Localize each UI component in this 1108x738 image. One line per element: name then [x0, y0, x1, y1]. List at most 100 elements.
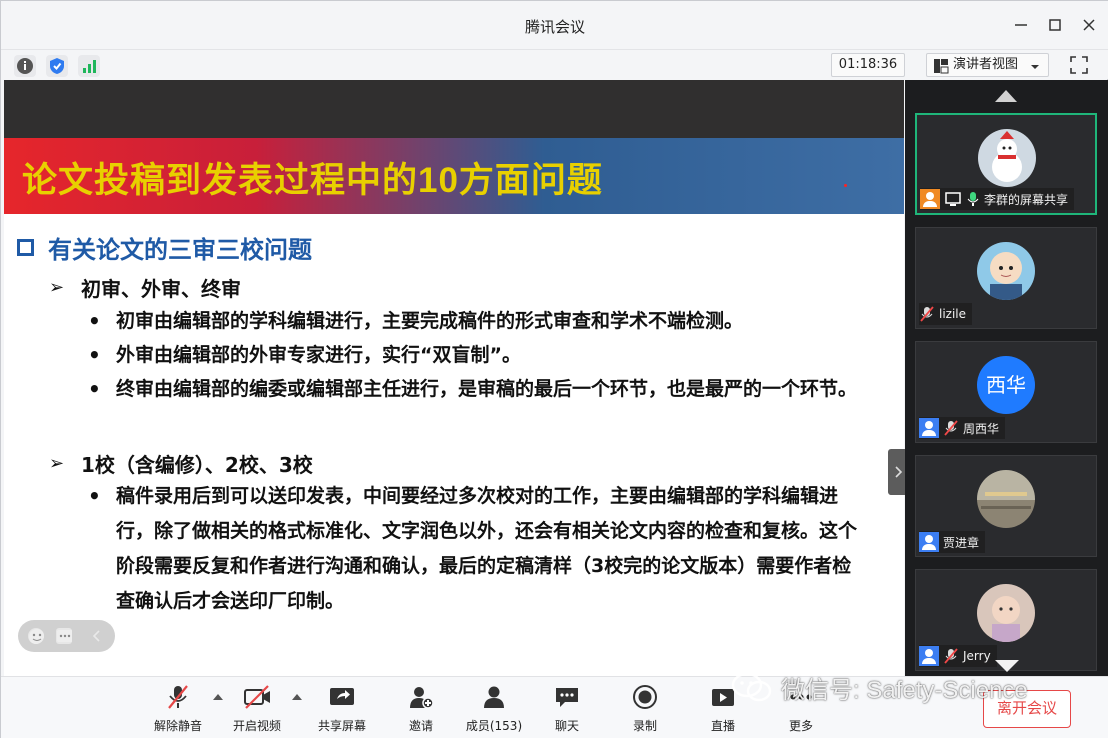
live-stream-label: 直播	[710, 719, 735, 733]
invite-label: 邀请	[408, 719, 433, 733]
minimize-icon	[1015, 24, 1027, 26]
scroll-up-arrow-icon[interactable]	[995, 90, 1017, 102]
maximize-icon	[1049, 19, 1061, 31]
presentation-slide: 论文投稿到发表过程中的10方面问题 有关论文的三审三校问题 ➢ 初审、外审、终审…	[4, 138, 904, 728]
record-icon	[633, 685, 657, 709]
participant-tile[interactable]: 贾进章	[915, 455, 1097, 557]
subheading-review: ➢ 初审、外审、终审	[49, 273, 241, 302]
invite-button[interactable]: 邀请	[386, 683, 456, 735]
meeting-control-bar: 解除静音 开启视频 共享屏幕 邀请 成员(153) 聊天 录制 直播 更多 离开…	[1, 676, 1108, 738]
mic-muted-icon	[944, 420, 958, 436]
participant-name: Jerry	[963, 649, 991, 663]
participant-name: 周西华	[963, 421, 1000, 436]
section-heading-text: 有关论文的三审三校问题	[48, 236, 312, 264]
video-off-icon	[244, 685, 270, 709]
participant-tile[interactable]: 李群的屏幕共享	[915, 113, 1097, 215]
user-icon	[919, 418, 939, 438]
start-video-button[interactable]: 开启视频	[222, 683, 292, 735]
subheading-proofreading: ➢ 1校（含编修）、2校、3校	[49, 449, 313, 478]
chat-icon	[556, 688, 578, 707]
square-bullet-icon	[17, 239, 34, 256]
avatar-text: 西华	[986, 373, 1026, 397]
bullet-item: 稿件录用后到可以送印发表，中间要经过多次校对的工作，主要由编辑部的学科编辑进行，…	[84, 479, 864, 619]
record-button[interactable]: 录制	[610, 683, 680, 735]
mic-muted-icon	[944, 648, 958, 664]
participant-name-bar: 贾进章	[919, 531, 986, 553]
section-heading: 有关论文的三审三校问题	[17, 230, 312, 265]
participant-tile[interactable]: lizile	[915, 227, 1097, 329]
slide-header-banner: 论文投稿到发表过程中的10方面问题	[4, 138, 904, 214]
participant-sidebar: 李群的屏幕共享 lizile 西华 周西华 贾进章 Jerry	[905, 80, 1108, 676]
participant-name-bar: Jerry	[919, 645, 997, 667]
title-bar: 腾讯会议	[1, 1, 1108, 49]
start-video-label: 开启视频	[232, 719, 281, 733]
meeting-timer: 01:18:36	[831, 53, 905, 77]
text-avatar: 西华	[977, 356, 1035, 414]
participant-tile[interactable]: 西华 周西华	[915, 341, 1097, 443]
arrow-bullet-icon: ➢	[49, 453, 65, 474]
user-icon	[920, 189, 940, 209]
maximize-button[interactable]	[1042, 12, 1068, 38]
video-options-caret-icon[interactable]	[292, 694, 302, 700]
user-icon	[919, 532, 939, 552]
security-button[interactable]	[46, 55, 68, 77]
signal-icon	[83, 60, 96, 73]
arrow-bullet-icon: ➢	[49, 277, 65, 298]
chat-button[interactable]: 聊天	[532, 683, 602, 735]
share-screen-button[interactable]: 共享屏幕	[307, 683, 377, 735]
share-screen-icon	[330, 688, 354, 705]
view-mode-label: 演讲者视图	[953, 57, 1019, 72]
participant-name-bar: 李群的屏幕共享	[920, 188, 1075, 210]
more-label: 更多	[788, 719, 813, 733]
share-screen-label: 共享屏幕	[317, 719, 366, 733]
participant-name-bar: 周西华	[919, 417, 1006, 439]
bullet-item: 初审由编辑部的学科编辑进行，主要完成稿件的形式审查和学术不端检测。	[84, 304, 864, 339]
fullscreen-button[interactable]	[1067, 53, 1091, 77]
live-stream-icon	[712, 689, 734, 706]
snowman-avatar	[978, 129, 1036, 187]
close-icon	[1083, 19, 1095, 31]
layout-icon	[934, 59, 949, 74]
meeting-window: 腾讯会议 01:18:36 演讲者视图 论文投稿到发表过程中的10方面问题 有关…	[0, 0, 1108, 738]
members-icon	[484, 686, 504, 708]
view-mode-dropdown[interactable]: 演讲者视图	[926, 53, 1049, 77]
fullscreen-icon	[1070, 56, 1088, 74]
mic-muted-icon	[920, 306, 934, 322]
chat-label: 聊天	[554, 719, 579, 733]
child-avatar	[977, 584, 1035, 642]
unmute-label: 解除静音	[153, 719, 202, 733]
close-button[interactable]	[1076, 12, 1102, 38]
unmute-button[interactable]: 解除静音	[143, 683, 213, 735]
participant-name: lizile	[939, 307, 967, 321]
cartoon-avatar	[977, 242, 1035, 300]
shield-icon	[50, 58, 64, 74]
network-status-button[interactable]	[78, 55, 100, 77]
participant-tile[interactable]: Jerry	[915, 569, 1097, 671]
emoji-icon	[28, 628, 44, 644]
minimize-button[interactable]	[1008, 12, 1034, 38]
members-button[interactable]: 成员(153)	[459, 683, 529, 735]
reaction-toolbar[interactable]	[18, 620, 115, 652]
scroll-down-arrow-icon[interactable]	[995, 660, 1019, 672]
chevron-down-icon	[1031, 65, 1039, 69]
more-icon	[790, 694, 812, 700]
members-label: 成员(153)	[465, 719, 523, 733]
shared-screen-area: 论文投稿到发表过程中的10方面问题 有关论文的三审三校问题 ➢ 初审、外审、终审…	[4, 80, 908, 728]
subheading-review-text: 初审、外审、终审	[81, 277, 241, 301]
slide-dot	[844, 184, 847, 187]
bullet-item: 终审由编辑部的编委或编辑部主任进行，是审稿的最后一个环节，也是最严的一个环节。	[84, 372, 864, 407]
chevron-left-icon	[92, 630, 100, 642]
screen-share-icon	[945, 192, 961, 206]
mic-on-icon	[967, 192, 979, 206]
more-button[interactable]: 更多	[766, 683, 836, 735]
participant-name: 贾进章	[943, 535, 980, 550]
info-button[interactable]	[14, 55, 36, 77]
mic-muted-icon	[168, 685, 188, 709]
info-icon	[17, 58, 33, 74]
subheading-proofreading-text: 1校（含编修）、2校、3校	[81, 453, 313, 477]
live-stream-button[interactable]: 直播	[688, 683, 758, 735]
chat-bubble-icon	[56, 628, 72, 644]
leave-meeting-button[interactable]: 离开会议	[983, 690, 1071, 728]
record-label: 录制	[632, 719, 657, 733]
invite-user-icon	[410, 687, 434, 709]
